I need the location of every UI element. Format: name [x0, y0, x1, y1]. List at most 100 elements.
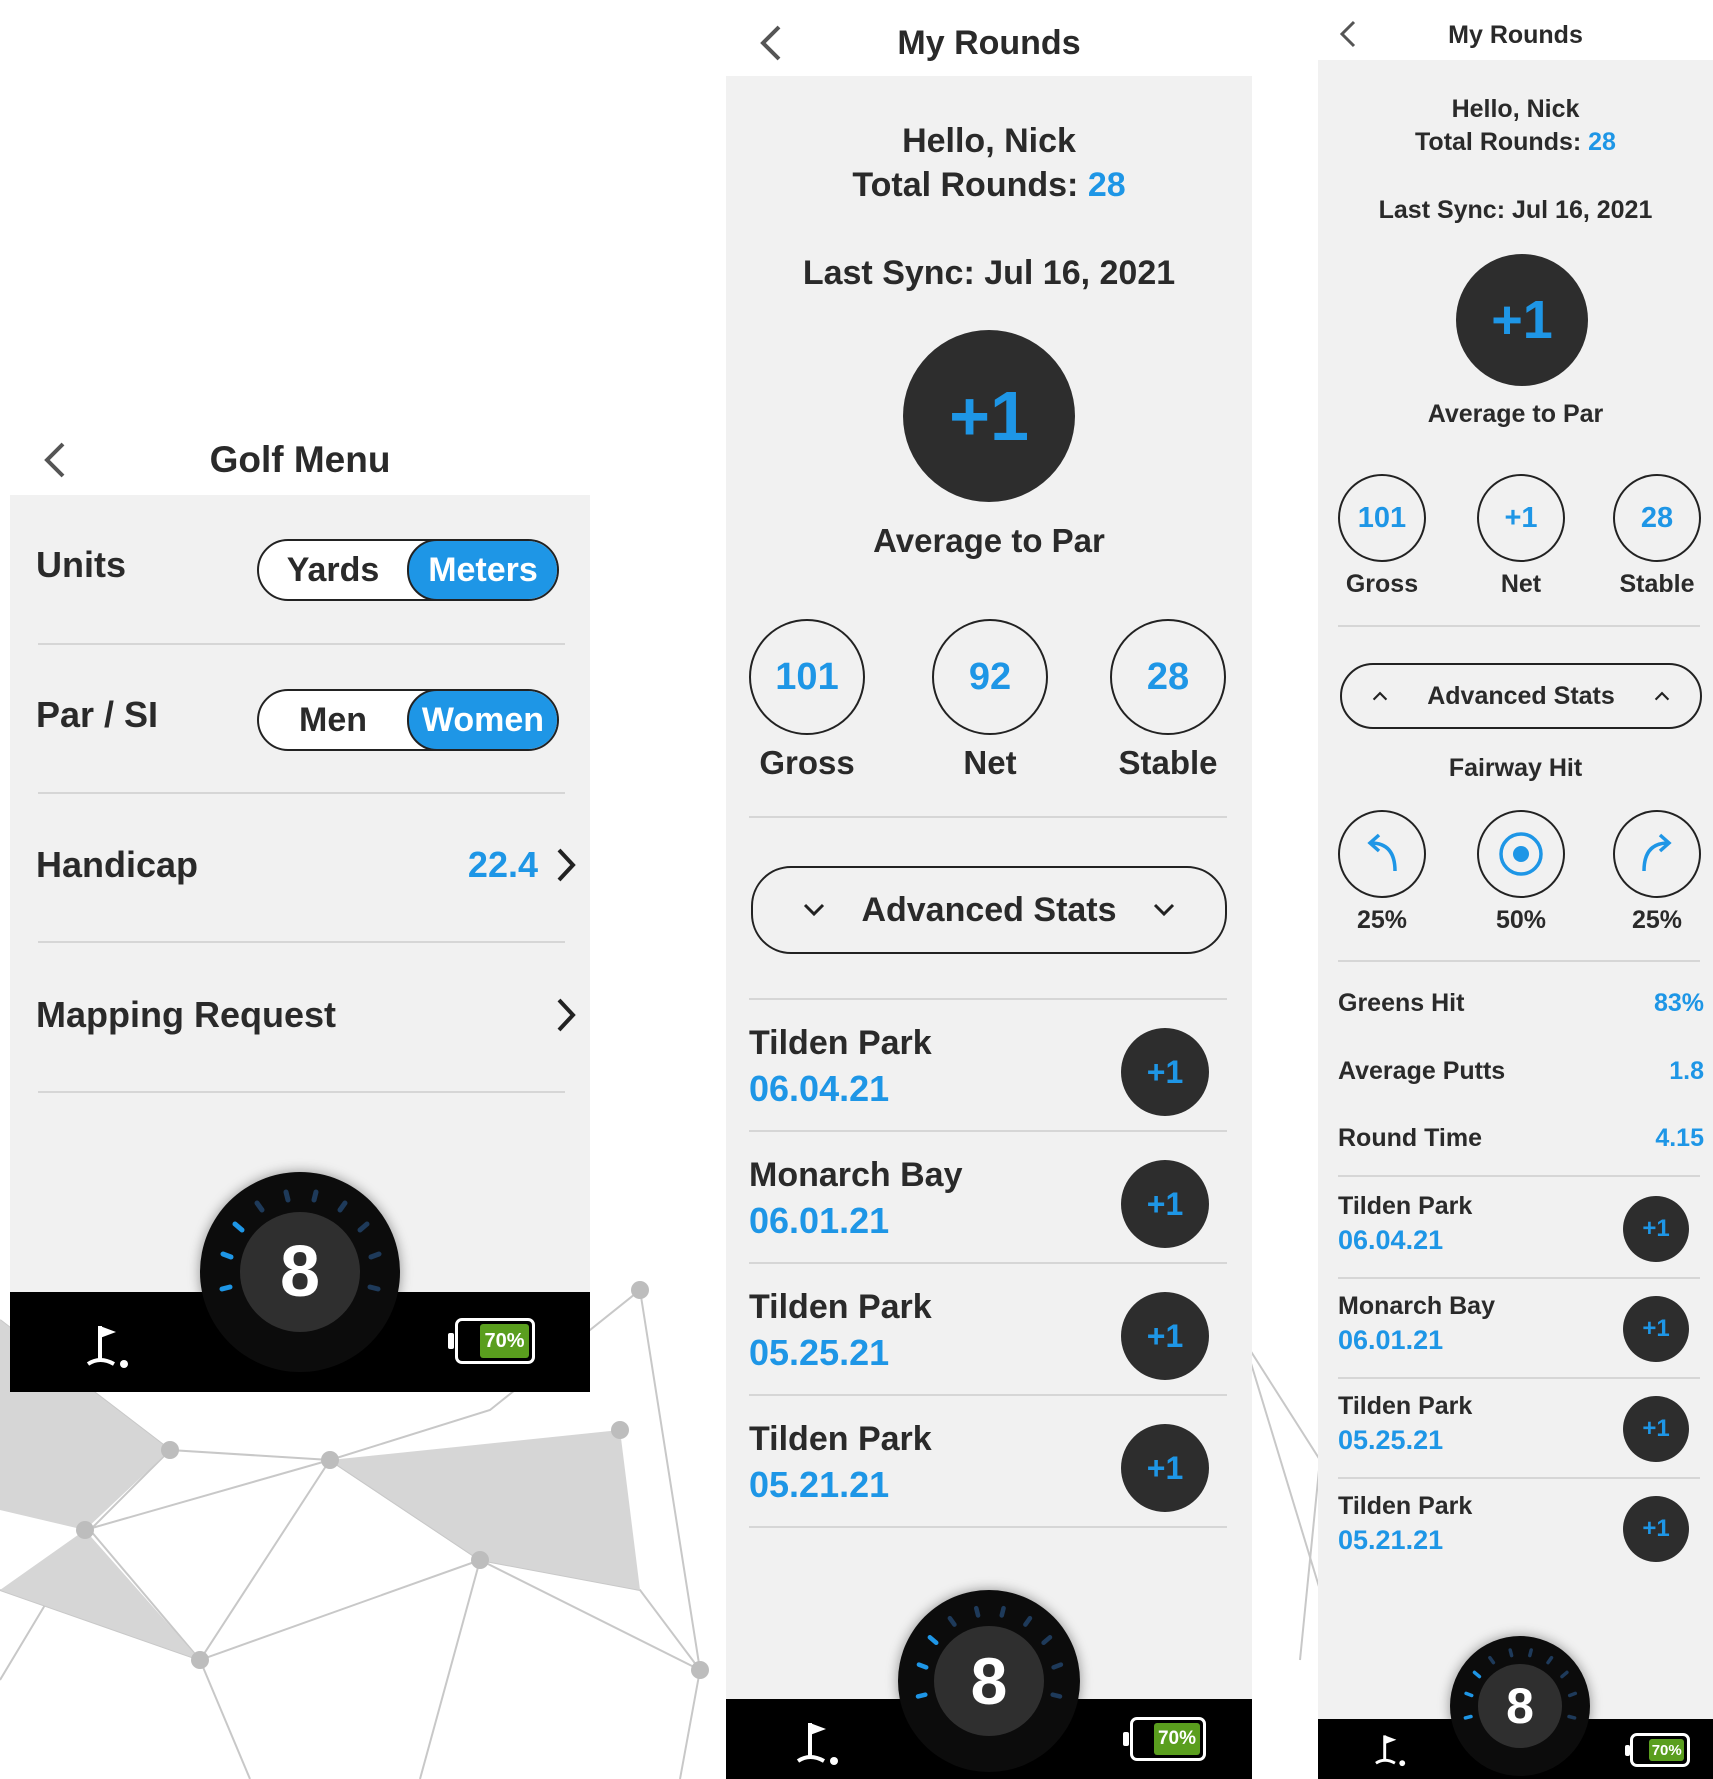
divider [38, 643, 565, 645]
par-si-toggle[interactable]: Men Women [257, 689, 559, 751]
my-rounds-panel: Hello, Nick Total Rounds: 28 Last Sync: … [726, 76, 1252, 1700]
advanced-stats-label: Advanced Stats [861, 890, 1117, 929]
golf-flag-icon[interactable] [1370, 1731, 1414, 1769]
fairway-left [1338, 810, 1426, 898]
fairway-center [1477, 810, 1565, 898]
total-rounds: Total Rounds: 28 [852, 166, 1126, 204]
battery-nub [448, 1333, 454, 1349]
page-title: Golf Menu [209, 439, 391, 480]
hole-dial[interactable]: 8 [1450, 1636, 1590, 1776]
battery-level: 70% [1153, 1723, 1200, 1755]
divider [38, 792, 565, 794]
greeting: Hello, Nick [1451, 95, 1580, 123]
stable-label: Stable [1118, 744, 1218, 781]
chevron-right-icon [557, 998, 576, 1032]
greeting: Hello, Nick [902, 122, 1076, 160]
chevron-left-icon [1339, 20, 1356, 48]
chevron-down-icon [803, 903, 825, 917]
divider [749, 1262, 1227, 1264]
divider [749, 1526, 1227, 1528]
handicap-value: 22.4 [467, 844, 538, 885]
fairway-left-pct: 25% [1356, 906, 1408, 934]
my-rounds-expanded-panel: Hello, Nick Total Rounds: 28 Last Sync: … [1318, 60, 1713, 1720]
hole-number: 8 [240, 1212, 360, 1332]
score-badge: +1 [1623, 1196, 1689, 1262]
units-toggle[interactable]: Yards Meters [257, 539, 559, 601]
total-rounds: Total Rounds: 28 [1415, 128, 1616, 156]
advanced-stats-button[interactable]: Advanced Stats [1340, 663, 1702, 729]
list-item[interactable]: Tilden Park 05.25.21 +1 [749, 1272, 1227, 1392]
average-putts-row: Average Putts 1.8 [1338, 1056, 1704, 1085]
fairway-right-pct: 25% [1631, 906, 1683, 934]
units-label: Units [36, 544, 126, 585]
list-item[interactable]: Tilden Park 05.21.21 +1 [749, 1404, 1227, 1524]
list-item[interactable]: Tilden Park 05.21.21 +1 [1338, 1480, 1700, 1576]
fairway-right [1613, 810, 1701, 898]
score-badge: +1 [1623, 1396, 1689, 1462]
page-title: My Rounds [897, 23, 1081, 62]
divider [749, 998, 1227, 1000]
gross-stat: 101 [1338, 474, 1426, 562]
arrow-right-curve-icon [1642, 833, 1672, 872]
total-rounds-value: 28 [1588, 128, 1616, 156]
net-stat: 92 [932, 619, 1048, 735]
chevron-down-icon [1153, 903, 1175, 917]
divider [38, 1091, 565, 1093]
gross-label: Gross [759, 744, 855, 781]
stable-label: Stable [1619, 570, 1695, 598]
back-button[interactable] [30, 435, 80, 485]
fairway-center-pct: 50% [1495, 906, 1547, 934]
par-si-option-men[interactable]: Men [259, 691, 407, 749]
list-item[interactable]: Tilden Park 06.04.21 +1 [1338, 1180, 1700, 1276]
page-title: My Rounds [1448, 20, 1583, 49]
back-button[interactable] [746, 18, 796, 68]
divider [1338, 1377, 1700, 1379]
average-to-par-label: Average to Par [1427, 400, 1604, 428]
list-item[interactable]: Tilden Park 05.25.21 +1 [1338, 1380, 1700, 1476]
back-button[interactable] [1328, 14, 1368, 54]
divider [38, 941, 565, 943]
units-option-yards[interactable]: Yards [259, 541, 407, 599]
handicap-value-group: 22.4 [468, 844, 576, 886]
divider [1338, 1175, 1700, 1177]
par-si-option-women[interactable]: Women [407, 691, 557, 749]
divider [749, 1394, 1227, 1396]
battery-indicator: 70% [1625, 1733, 1690, 1767]
my-rounds-header: My Rounds [726, 10, 1252, 76]
score-badge: +1 [1121, 1292, 1209, 1380]
hole-dial[interactable]: 8 [898, 1590, 1080, 1772]
list-item[interactable]: Monarch Bay 06.01.21 +1 [1338, 1280, 1700, 1376]
handicap-row[interactable]: Handicap 22.4 [36, 825, 576, 905]
round-time-row: Round Time 4.15 [1338, 1123, 1704, 1152]
battery-indicator: 70% [448, 1318, 535, 1364]
stable-stat: 28 [1110, 619, 1226, 735]
last-sync: Last Sync: Jul 16, 2021 [1378, 196, 1653, 224]
list-item[interactable]: Tilden Park 06.04.21 +1 [749, 1008, 1227, 1128]
advanced-stats-button[interactable]: Advanced Stats [751, 866, 1227, 954]
total-rounds-value: 28 [1087, 166, 1126, 204]
arrow-left-curve-icon [1367, 833, 1397, 872]
chevron-right-icon [557, 848, 576, 882]
mapping-request-row[interactable]: Mapping Request [36, 975, 576, 1055]
advanced-stats-label: Advanced Stats [1427, 681, 1615, 710]
units-option-meters[interactable]: Meters [407, 541, 557, 599]
score-badge: +1 [1121, 1028, 1209, 1116]
hole-dial[interactable]: 8 [200, 1172, 400, 1372]
chevron-up-icon [1654, 691, 1670, 701]
battery-indicator: 70% [1123, 1717, 1206, 1761]
hole-number: 8 [934, 1626, 1044, 1736]
divider [1338, 960, 1700, 962]
my-rounds-expanded-header: My Rounds [1318, 10, 1713, 60]
golf-flag-icon[interactable] [80, 1320, 140, 1372]
score-badge: +1 [1623, 1496, 1689, 1562]
list-item[interactable]: Monarch Bay 06.01.21 +1 [749, 1140, 1227, 1260]
divider [749, 1130, 1227, 1132]
golf-flag-icon[interactable] [790, 1717, 850, 1769]
hole-number: 8 [1478, 1664, 1562, 1748]
average-to-par-badge: +1 [1456, 254, 1588, 386]
gross-stat: 101 [749, 619, 865, 735]
stable-stat: 28 [1613, 474, 1701, 562]
handicap-label: Handicap [36, 844, 199, 885]
gross-label: Gross [1345, 570, 1419, 598]
divider [1338, 625, 1700, 627]
